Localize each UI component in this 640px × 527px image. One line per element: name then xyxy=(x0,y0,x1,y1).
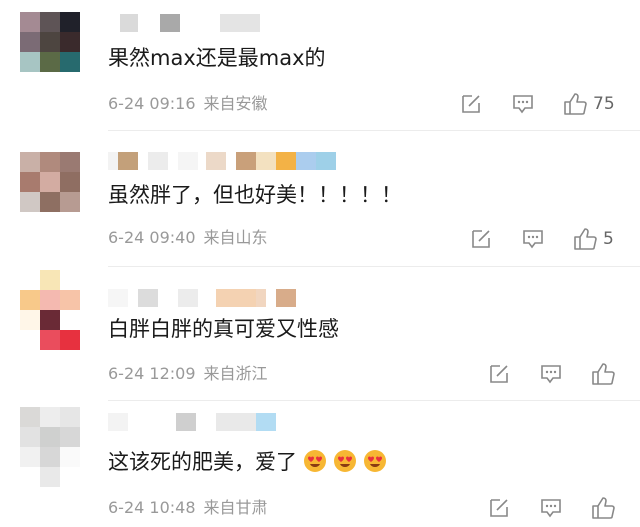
comment-text: 虽然胖了，但也好美！！！！！ xyxy=(108,183,402,207)
edit-icon xyxy=(462,95,480,113)
comment-meta: 6-24 10:48 来自甘肃 xyxy=(108,498,268,518)
comment-icon xyxy=(541,499,561,518)
thumbs-up-icon xyxy=(592,497,615,519)
like-button[interactable]: 75 xyxy=(563,92,615,116)
like-count: 5 xyxy=(603,229,614,249)
comment-button[interactable] xyxy=(512,92,534,116)
comment-text: 这该死的肥美，爱了 xyxy=(108,448,387,476)
edit-button[interactable] xyxy=(470,227,492,251)
edit-icon xyxy=(472,230,490,248)
edit-button[interactable] xyxy=(460,92,482,116)
username-blurred[interactable] xyxy=(108,413,308,431)
avatar[interactable] xyxy=(20,407,80,487)
comment-button[interactable] xyxy=(540,362,562,386)
comment-date: 6-24 09:40 xyxy=(108,228,196,247)
comment-location: 来自山东 xyxy=(203,228,268,247)
comment-button[interactable] xyxy=(522,227,544,251)
edit-button[interactable] xyxy=(488,362,510,386)
like-button[interactable] xyxy=(591,362,615,386)
comment-location: 来自安徽 xyxy=(203,94,268,113)
comment-meta: 6-24 09:40 来自山东 xyxy=(108,228,268,248)
comment-date: 6-24 12:09 xyxy=(108,364,196,383)
username-blurred[interactable] xyxy=(108,289,308,307)
comment-date: 6-24 10:48 xyxy=(108,498,196,517)
edit-icon xyxy=(490,365,508,383)
comment-icon xyxy=(513,95,533,114)
edit-icon xyxy=(490,499,508,517)
comment-item: 这该死的肥美，爱了 6-24 10:48 来自甘肃 xyxy=(0,401,640,527)
comment-date: 6-24 09:16 xyxy=(108,94,196,113)
comment-icon xyxy=(523,230,543,249)
thumbs-up-icon xyxy=(574,228,597,250)
comment-icon xyxy=(541,365,561,384)
comment-location: 来自浙江 xyxy=(203,364,268,383)
like-button[interactable] xyxy=(591,496,615,520)
comment-meta: 6-24 12:09 来自浙江 xyxy=(108,364,268,384)
comment-text: 白胖白胖的真可爱又性感 xyxy=(108,317,339,341)
heart-eyes-face-icon xyxy=(304,450,326,472)
comment-item: 白胖白胖的真可爱又性感 6-24 12:09 来自浙江 xyxy=(0,267,640,400)
username-blurred[interactable] xyxy=(108,14,308,32)
comment-button[interactable] xyxy=(540,496,562,520)
comment-text-content: 这该死的肥美，爱了 xyxy=(108,450,297,474)
avatar[interactable] xyxy=(20,12,80,72)
username-blurred[interactable] xyxy=(108,152,348,170)
like-count: 75 xyxy=(593,94,615,114)
comment-item: 虽然胖了，但也好美！！！！！ 6-24 09:40 来自山东 5 xyxy=(0,131,640,266)
comment-location: 来自甘肃 xyxy=(203,498,268,517)
thumbs-up-icon xyxy=(564,93,587,115)
comment-text: 果然max还是最max的 xyxy=(108,46,326,70)
comment-meta: 6-24 09:16 来自安徽 xyxy=(108,94,268,114)
avatar[interactable] xyxy=(20,270,80,350)
comment-item: 果然max还是最max的 6-24 09:16 来自安徽 75 xyxy=(0,0,640,130)
edit-button[interactable] xyxy=(488,496,510,520)
heart-eyes-face-icon xyxy=(364,450,386,472)
thumbs-up-icon xyxy=(592,363,615,385)
heart-eyes-face-icon xyxy=(334,450,356,472)
avatar[interactable] xyxy=(20,152,80,212)
like-button[interactable]: 5 xyxy=(573,227,614,251)
